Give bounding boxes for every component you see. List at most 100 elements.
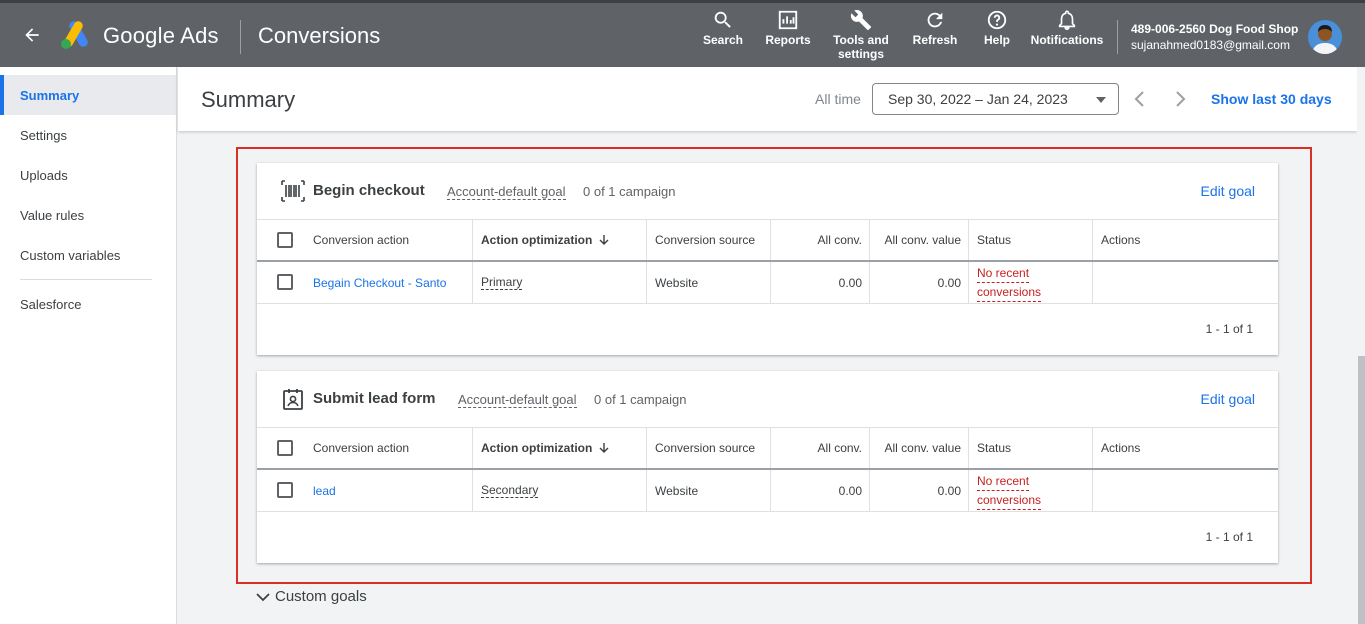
arrow-down-icon (599, 235, 609, 245)
all-conv-value-cell: 0.00 (869, 470, 969, 511)
date-range-value: Sep 30, 2022 – Jan 24, 2023 (888, 91, 1068, 107)
reports-label: Reports (765, 33, 811, 47)
optimization-value[interactable]: Secondary (481, 483, 539, 498)
brand-name: Google Ads (103, 23, 219, 48)
col-actions: Actions (1092, 428, 1278, 468)
range-label: All time (815, 91, 861, 107)
status-line-1: No recent (977, 264, 1030, 283)
account-default-goal-tag[interactable]: Account-default goal (447, 184, 566, 200)
col-all-conv-value[interactable]: All conv. value (869, 428, 969, 468)
chevron-right-icon (1176, 91, 1186, 107)
col-all-conv[interactable]: All conv. (770, 428, 870, 468)
col-actions: Actions (1092, 220, 1278, 260)
card-header: Begin checkout Account-default goal 0 of… (257, 163, 1278, 220)
page-title: Summary (201, 87, 296, 112)
back-arrow-icon[interactable] (20, 23, 44, 47)
pagination-label: 1 - 1 of 1 (1205, 530, 1253, 544)
previous-period-button[interactable] (1128, 87, 1152, 111)
sidebar-divider (20, 279, 152, 280)
account-divider (1117, 20, 1118, 54)
help-button[interactable]: Help (980, 9, 1014, 47)
notifications-label: Notifications (1030, 33, 1104, 47)
conversion-action-link[interactable]: lead (305, 470, 473, 511)
sidebar-item-salesforce[interactable]: Salesforce (0, 284, 176, 324)
goal-card-submit-lead-form: Submit lead form Account-default goal 0 … (257, 371, 1278, 563)
search-icon (714, 11, 731, 28)
scrollbar-thumb[interactable] (1358, 356, 1365, 624)
col-conversion-source[interactable]: Conversion source (646, 220, 771, 260)
source-cell: Website (646, 470, 771, 511)
card-title: Submit lead form (313, 390, 436, 407)
next-period-button[interactable] (1168, 87, 1192, 111)
col-all-conv-value[interactable]: All conv. value (869, 220, 969, 260)
status-line-1: No recent (977, 472, 1030, 491)
edit-goal-link[interactable]: Edit goal (1201, 183, 1255, 199)
sidebar: Summary Settings Uploads Value rules Cus… (0, 67, 177, 624)
table-header: Conversion action Action optimization Co… (257, 220, 1278, 262)
conversion-action-link[interactable]: Begain Checkout - Santo (305, 262, 473, 303)
wrench-icon (850, 10, 872, 31)
select-all-checkbox[interactable] (277, 232, 293, 248)
card-header: Submit lead form Account-default goal 0 … (257, 371, 1278, 428)
chevron-down-icon (256, 592, 270, 601)
refresh-button[interactable]: Refresh (911, 9, 959, 47)
notifications-button[interactable]: Notifications (1028, 9, 1106, 47)
tools-settings-button[interactable]: Tools and settings (830, 9, 892, 61)
contact-form-icon (281, 388, 305, 410)
sidebar-item-summary[interactable]: Summary (0, 75, 176, 115)
arrow-down-icon (599, 443, 609, 453)
col-action-optimization-label: Action optimization (481, 441, 593, 455)
custom-goals-toggle[interactable]: Custom goals (255, 588, 367, 605)
date-range-picker[interactable]: Sep 30, 2022 – Jan 24, 2023 (872, 83, 1119, 115)
col-action-optimization-label: Action optimization (481, 233, 593, 247)
top-bar: Google Ads Conversions Search Reports To… (0, 0, 1365, 67)
brand-divider (240, 20, 241, 54)
col-action-optimization[interactable]: Action optimization (472, 428, 647, 468)
col-action-optimization[interactable]: Action optimization (472, 220, 647, 260)
sidebar-item-settings[interactable]: Settings (0, 115, 176, 155)
help-label: Help (983, 33, 1010, 47)
account-default-goal-tag[interactable]: Account-default goal (458, 392, 577, 408)
col-conversion-action[interactable]: Conversion action (305, 220, 473, 260)
show-last-30-days-link[interactable]: Show last 30 days (1211, 91, 1332, 107)
all-conv-value-cell: 0.00 (869, 262, 969, 303)
pagination: 1 - 1 of 1 (257, 512, 1278, 563)
row-checkbox[interactable] (277, 274, 293, 290)
refresh-label: Refresh (912, 33, 958, 47)
col-conversion-source[interactable]: Conversion source (646, 428, 771, 468)
user-avatar-icon (1308, 20, 1342, 54)
search-button[interactable]: Search (702, 9, 744, 47)
bell-icon (1058, 10, 1076, 30)
pagination-label: 1 - 1 of 1 (1205, 322, 1253, 336)
edit-goal-link[interactable]: Edit goal (1201, 391, 1255, 407)
col-conversion-action[interactable]: Conversion action (305, 428, 473, 468)
pagination: 1 - 1 of 1 (257, 304, 1278, 355)
optimization-value[interactable]: Primary (481, 275, 523, 290)
sidebar-item-value-rules[interactable]: Value rules (0, 195, 176, 235)
page-name: Conversions (258, 23, 381, 48)
col-all-conv[interactable]: All conv. (770, 220, 870, 260)
reports-icon (778, 10, 798, 30)
sidebar-item-uploads[interactable]: Uploads (0, 155, 176, 195)
col-status[interactable]: Status (968, 220, 1092, 260)
select-all-checkbox[interactable] (277, 440, 293, 456)
status-line-2: conversions (977, 283, 1042, 302)
refresh-icon (927, 12, 943, 28)
campaign-count: 0 of 1 campaign (583, 184, 676, 199)
row-checkbox[interactable] (277, 482, 293, 498)
all-conv-cell: 0.00 (770, 470, 870, 511)
avatar[interactable] (1308, 20, 1342, 54)
status-badge[interactable]: No recent conversions (968, 470, 1092, 511)
goal-card-begin-checkout: Begin checkout Account-default goal 0 of… (257, 163, 1278, 355)
reports-button[interactable]: Reports (764, 9, 812, 47)
google-ads-logo-icon (60, 20, 92, 50)
chevron-left-icon (1134, 91, 1144, 107)
col-status[interactable]: Status (968, 428, 1092, 468)
search-label: Search (702, 33, 744, 47)
sidebar-item-custom-variables[interactable]: Custom variables (0, 235, 176, 275)
table-row: lead Secondary Website 0.00 0.00 No rece… (257, 470, 1278, 512)
status-badge[interactable]: No recent conversions (968, 262, 1092, 303)
account-info[interactable]: 489-006-2560 Dog Food Shop sujanahmed018… (1131, 21, 1298, 53)
actions-cell (1092, 262, 1278, 303)
campaign-count: 0 of 1 campaign (594, 392, 687, 407)
